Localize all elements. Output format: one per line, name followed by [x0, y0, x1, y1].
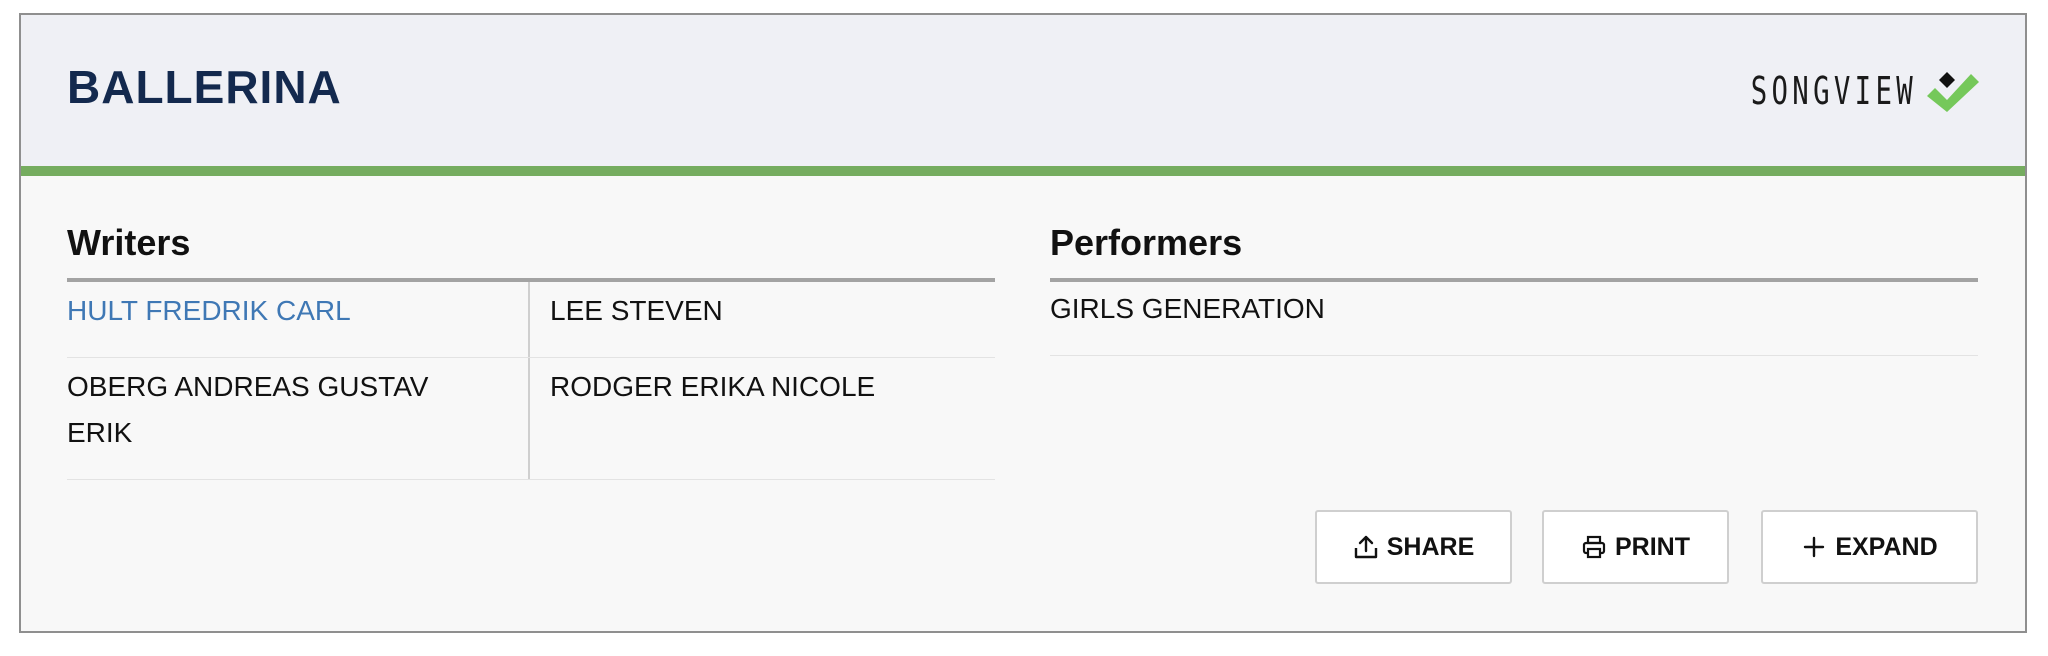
writer-name: OBERG ANDREAS GUSTAV ERIK [67, 371, 429, 448]
writers-heading: Writers [67, 222, 191, 263]
performers-heading: Performers [1050, 222, 1243, 263]
song-card: BALLERINA SONGVIEW Writers HULT FREDRIK … [19, 13, 2027, 633]
printer-icon [1582, 535, 1606, 559]
print-button[interactable]: PRINT [1542, 510, 1729, 584]
performers-heading-rule [1050, 278, 1978, 282]
share-button[interactable]: SHARE [1315, 510, 1512, 584]
header-accent-rule [21, 166, 2025, 176]
writers-column-divider [528, 282, 530, 479]
writers-row-divider [67, 479, 995, 480]
checkmark-logo-icon [1927, 72, 1979, 112]
songview-logo: SONGVIEW [1686, 64, 1981, 118]
writer-name: LEE STEVEN [550, 295, 723, 326]
performers-row-divider [1050, 355, 1978, 356]
writers-heading-rule [67, 278, 995, 282]
logo-wordmark: SONGVIEW [1750, 69, 1917, 113]
expand-button[interactable]: EXPAND [1761, 510, 1978, 584]
share-button-label: SHARE [1386, 532, 1475, 561]
performer-name: GIRLS GENERATION [1050, 293, 1325, 324]
print-button-label: PRINT [1615, 532, 1690, 561]
writer-link[interactable]: HULT FREDRIK CARL [67, 288, 507, 334]
writer-name: RODGER ERIKA NICOLE [550, 371, 876, 402]
plus-icon [1804, 536, 1825, 558]
share-upload-icon [1354, 535, 1377, 559]
song-title: BALLERINA [67, 61, 342, 113]
card-header: BALLERINA SONGVIEW [21, 15, 2025, 166]
writers-row-divider [67, 357, 995, 358]
expand-button-label: EXPAND [1835, 532, 1938, 561]
